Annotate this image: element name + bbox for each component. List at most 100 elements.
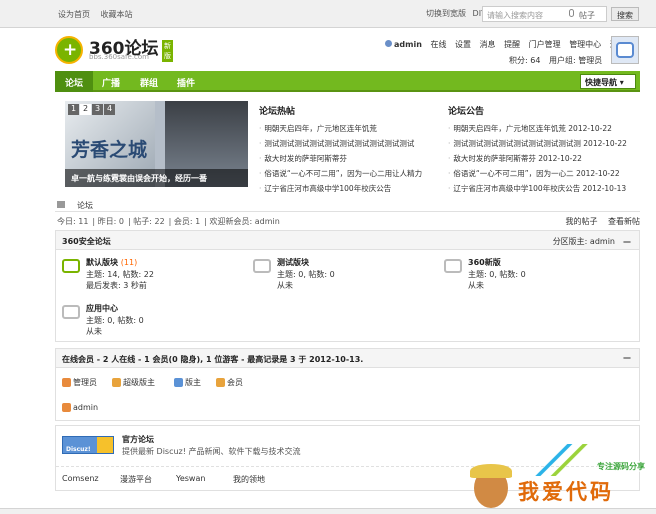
- stat-posts: 帖子: 22: [133, 217, 165, 226]
- announcement-item[interactable]: 敌大时发的萨菲阿斯蒂芬 2012-10-22: [448, 153, 627, 168]
- avatar[interactable]: [611, 36, 639, 64]
- search-type-select[interactable]: 帖子: [579, 10, 595, 21]
- breadcrumb-forum[interactable]: 论坛: [77, 200, 93, 211]
- admin-center-link[interactable]: 管理中心: [569, 40, 601, 49]
- forum-icon: [62, 305, 80, 319]
- wide-mode-link[interactable]: 切换到宽版: [426, 9, 466, 18]
- slider-title: 芳香之城: [71, 139, 148, 161]
- online-user[interactable]: admin: [62, 403, 98, 412]
- forum-icon: [253, 259, 271, 273]
- discuz-logo[interactable]: Discuz!: [62, 436, 114, 454]
- hot-post-item[interactable]: 敌大时发的萨菲阿斯蒂芬: [259, 153, 422, 168]
- member-icon: [216, 378, 225, 387]
- hot-post-item[interactable]: 俗语说“一心不可二用”，因为一心二用让人精力: [259, 168, 422, 183]
- forum-item[interactable]: 测试版块 主题: 0, 帖数: 0 从未: [253, 257, 438, 297]
- portal-admin-link[interactable]: 门户管理: [529, 40, 561, 49]
- watermark: 专注源码分享 我爱代码: [466, 440, 656, 514]
- hot-posts-title: 论坛热帖: [259, 107, 296, 117]
- category-header: 360安全论坛 分区版主: admin —: [56, 231, 639, 250]
- slider-page-2[interactable]: 2: [80, 104, 91, 115]
- credits-link[interactable]: 积分: 64: [509, 56, 540, 65]
- image-slider[interactable]: 1234 芳香之城 卓一航与练霓裳由误会开始，经历一番: [65, 101, 248, 187]
- top-links: 设为首页 收藏本站: [58, 9, 141, 20]
- legend-super-mod: 超级版主: [112, 377, 155, 388]
- top-right-links: 切换到宽版 DIY: [426, 8, 490, 19]
- user-info: 积分: 64 用户组: 管理员: [509, 55, 608, 66]
- new-posts-link[interactable]: 查看新帖: [608, 217, 640, 226]
- legend-admin: 管理员: [62, 377, 97, 388]
- official-forum-desc: 提供最新 Discuz! 产品新闻、软件下载与技术交流: [122, 447, 301, 456]
- link-yeswan[interactable]: Yeswan: [176, 474, 205, 483]
- announcements-title: 论坛公告: [448, 107, 485, 117]
- slider-page-3[interactable]: 3: [92, 104, 103, 115]
- collapse-icon[interactable]: —: [623, 353, 631, 362]
- reminders-link[interactable]: 提醒: [504, 40, 520, 49]
- logo-icon[interactable]: +: [55, 36, 87, 64]
- forum-item[interactable]: 应用中心 主题: 0, 帖数: 0 从未: [62, 303, 247, 343]
- category-moderator[interactable]: 分区版主: admin: [553, 237, 615, 246]
- forum-new-icon: [62, 259, 80, 273]
- admin-icon: [62, 403, 71, 412]
- online-status[interactable]: 在线: [430, 40, 446, 49]
- announcement-item[interactable]: 测试测试测试测试测试测试测试测试测 2012-10-22: [448, 138, 626, 153]
- username-link[interactable]: admin: [394, 40, 422, 49]
- online-members: 在线会员 - 2 人在线 - 1 会员(0 隐身), 1 位游客 - 最高记录是…: [55, 348, 640, 421]
- announcement-item[interactable]: 辽宁省庄河市高级中学100年校庆公告 2012-10-13: [448, 183, 627, 198]
- super-mod-icon: [112, 378, 121, 387]
- hot-posts: 论坛热帖 明朝天启四年，广元地区连年饥荒 测试测试测试测试测试测试测试测试测试测…: [259, 104, 422, 198]
- header: + 360论坛 新版 bbs.360safe.com admin 在线 设置 消息…: [55, 30, 640, 70]
- hot-post-item[interactable]: 明朝天启四年，广元地区连年饥荒: [259, 123, 422, 138]
- home-icon[interactable]: [57, 201, 65, 208]
- breadcrumb: 论坛: [55, 198, 640, 212]
- nav-groups[interactable]: 群组: [140, 76, 158, 89]
- category-title[interactable]: 360安全论坛: [62, 236, 111, 247]
- my-posts-link[interactable]: 我的帖子: [565, 217, 597, 226]
- stat-new-member[interactable]: 欢迎新会员: admin: [210, 217, 280, 226]
- microphone-icon[interactable]: [569, 9, 574, 17]
- nav-plugins[interactable]: 插件: [177, 76, 195, 89]
- nav-broadcast[interactable]: 广播: [102, 76, 120, 89]
- top-bar: 设为首页 收藏本站 切换到宽版 DIY 请输入搜索内容 帖子 搜索: [0, 0, 656, 28]
- search-input[interactable]: 请输入搜索内容 帖子: [482, 6, 607, 22]
- bookmark-link[interactable]: 收藏本站: [101, 10, 133, 19]
- mod-icon: [174, 378, 183, 387]
- bottom-bar: [0, 508, 656, 514]
- user-icon: [385, 40, 392, 47]
- stat-members: 会员: 1: [173, 217, 201, 226]
- settings-link[interactable]: 设置: [455, 40, 471, 49]
- slider-caption[interactable]: 卓一航与练霓裳由误会开始，经历一番: [65, 169, 248, 187]
- quick-nav-button[interactable]: 快捷导航 ▾: [580, 74, 636, 89]
- watermark-text: 我爱代码: [518, 479, 614, 504]
- slider-page-1[interactable]: 1: [68, 104, 79, 115]
- stat-yesterday: 昨日: 0: [97, 217, 124, 226]
- hot-post-item[interactable]: 测试测试测试测试测试测试测试测试测试测试: [259, 138, 422, 153]
- link-comsenz[interactable]: Comsenz: [62, 474, 99, 483]
- announcement-item[interactable]: 俗语说“一心不可二用”，因为一心二 2012-10-22: [448, 168, 627, 183]
- slider-page-4[interactable]: 4: [104, 104, 115, 115]
- forum-icon: [444, 259, 462, 273]
- new-badge: 新版: [162, 40, 173, 62]
- search-placeholder: 请输入搜索内容: [487, 11, 543, 20]
- usergroup-link[interactable]: 用户组: 管理员: [549, 56, 602, 65]
- online-header: 在线会员 - 2 人在线 - 1 会员(0 隐身), 1 位游客 - 最高记录是…: [56, 349, 639, 368]
- admin-icon: [62, 378, 71, 387]
- hot-post-item[interactable]: 辽宁省庄河市高级中学100年校庆公告: [259, 183, 422, 198]
- link-manyou[interactable]: 漫游平台: [120, 474, 152, 485]
- official-forum-link[interactable]: 官方论坛: [122, 434, 154, 445]
- site-url: bbs.360safe.com: [89, 53, 150, 61]
- category-section: 360安全论坛 分区版主: admin — 默认版块 (11) 主题: 14, 帖…: [55, 230, 640, 342]
- announcements: 论坛公告 明朝天启四年，广元地区连年饥荒 2012-10-22 测试测试测试测试…: [448, 104, 627, 198]
- forum-item[interactable]: 默认版块 (11) 主题: 14, 帖数: 22 最后发表: 3 秒前: [62, 257, 247, 297]
- online-title[interactable]: 在线会员 - 2 人在线 - 1 会员(0 隐身), 1 位游客 - 最高记录是…: [62, 354, 363, 365]
- legend-mod: 版主: [174, 377, 201, 388]
- link-my-domain[interactable]: 我的领地: [233, 474, 265, 485]
- nav-forum[interactable]: 论坛: [65, 76, 83, 89]
- collapse-icon[interactable]: —: [623, 237, 631, 246]
- stat-today: 今日: 11: [57, 217, 89, 226]
- search-button[interactable]: 搜索: [611, 7, 639, 21]
- announcement-item[interactable]: 明朝天启四年，广元地区连年饥荒 2012-10-22: [448, 123, 627, 138]
- forum-item[interactable]: 360新版 主题: 0, 帖数: 0 从未: [444, 257, 629, 297]
- set-homepage-link[interactable]: 设为首页: [58, 10, 90, 19]
- messages-link[interactable]: 消息: [480, 40, 496, 49]
- legend-member: 会员: [216, 377, 243, 388]
